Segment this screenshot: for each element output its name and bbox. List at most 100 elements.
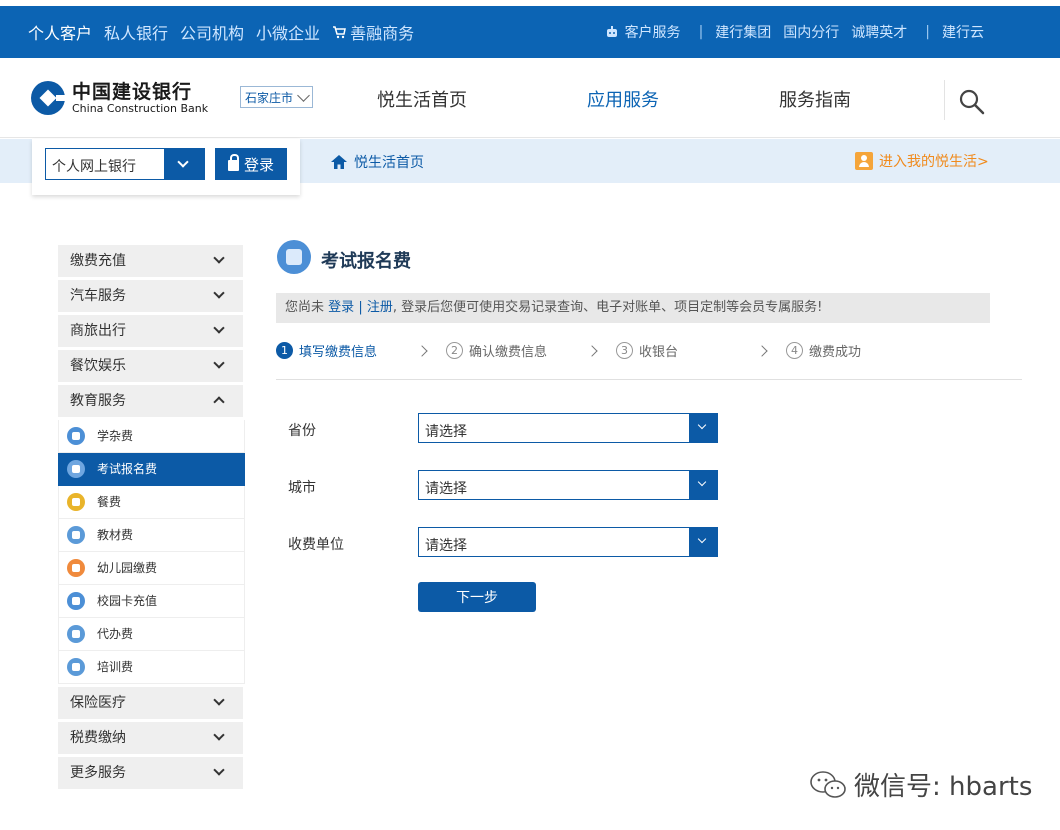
- sidebar-item-label: 餐费: [97, 495, 122, 509]
- tuition-icon: [67, 427, 85, 445]
- sidebar-item-training[interactable]: 培训费: [58, 651, 245, 684]
- chevron-down-icon: [213, 729, 225, 741]
- sidebar-item-agency-fee[interactable]: 代办费: [58, 618, 245, 651]
- tab-personal[interactable]: 个人客户: [28, 20, 92, 44]
- sidebar-item-tuition[interactable]: 学杂费: [58, 420, 245, 453]
- training-icon: [67, 658, 85, 676]
- chevron-down-icon: [213, 764, 225, 776]
- city-select[interactable]: 请选择: [418, 470, 718, 500]
- notice-text: 您尚未: [285, 300, 325, 315]
- sidebar-cat-dining[interactable]: 餐饮娱乐: [58, 350, 243, 382]
- tab-small-business[interactable]: 小微企业: [256, 20, 320, 44]
- ccb-logo-icon: [31, 81, 66, 115]
- step-number: 2: [446, 342, 463, 359]
- sidebar-cat-tax[interactable]: 税费缴纳: [58, 722, 243, 754]
- tab-e-commerce-label: 善融商务: [350, 24, 415, 43]
- exam-fee-icon: [277, 240, 311, 274]
- watermark-text: 微信号: hbarts: [854, 772, 1033, 802]
- fee-unit-dropdown-button[interactable]: [689, 528, 717, 556]
- sidebar-cat-label: 保险医疗: [70, 695, 126, 711]
- my-joy-life-link[interactable]: 进入我的悦生活>: [855, 151, 989, 171]
- notice-separator: |: [358, 300, 363, 315]
- bank-type-dropdown-button[interactable]: [164, 149, 204, 179]
- step-number: 3: [616, 342, 633, 359]
- sidebar-item-campus-card[interactable]: 校园卡充值: [58, 585, 245, 618]
- divider: |: [925, 24, 930, 40]
- bank-type-select[interactable]: 个人网上银行: [45, 148, 205, 180]
- sidebar-cat-label: 餐饮娱乐: [70, 358, 126, 374]
- lock-icon: [227, 154, 239, 171]
- city-value: 石家庄市: [245, 90, 294, 105]
- city-dropdown-button[interactable]: [689, 471, 717, 499]
- sidebar-item-meal[interactable]: 餐费: [58, 486, 245, 519]
- logo-english-name: China Construction Bank: [72, 101, 209, 115]
- city-select-value: 请选择: [425, 481, 467, 497]
- sidebar-cat-car[interactable]: 汽车服务: [58, 280, 243, 312]
- sidebar-cat-insurance[interactable]: 保险医疗: [58, 687, 243, 719]
- login-button[interactable]: 登录: [215, 148, 287, 180]
- sidebar-cat-education[interactable]: 教育服务: [58, 385, 243, 417]
- login-button-label: 登录: [243, 156, 274, 174]
- fee-unit-select[interactable]: 请选择: [418, 527, 718, 557]
- chevron-right-icon: [756, 345, 768, 357]
- link-careers[interactable]: 诚聘英才: [851, 22, 907, 42]
- link-domestic-branches[interactable]: 国内分行: [783, 22, 839, 42]
- tab-private-banking[interactable]: 私人银行: [104, 20, 168, 44]
- chevron-right-icon: [416, 345, 428, 357]
- next-step-button[interactable]: 下一步: [418, 582, 536, 612]
- sidebar-item-label: 代办费: [97, 627, 134, 641]
- sidebar-item-label: 教材费: [97, 528, 134, 542]
- link-customer-service[interactable]: 客户服务: [625, 22, 681, 42]
- sidebar-item-label: 幼儿园缴费: [97, 561, 158, 575]
- notice-register-link[interactable]: 注册: [367, 300, 393, 315]
- breadcrumb-home[interactable]: 悦生活首页: [330, 152, 424, 172]
- notice-login-link[interactable]: 登录: [328, 300, 354, 315]
- step-number: 1: [276, 342, 293, 359]
- sidebar-cat-label: 汽车服务: [70, 288, 126, 304]
- sidebar-item-label: 培训费: [97, 660, 134, 674]
- page-title: 考试报名费: [321, 251, 411, 272]
- chevron-right-icon: [586, 345, 598, 357]
- sidebar-item-textbook[interactable]: 教材费: [58, 519, 245, 552]
- divider: |: [698, 24, 704, 40]
- sidebar-item-kindergarten[interactable]: 幼儿园缴费: [58, 552, 245, 585]
- login-notice: 您尚未 登录 | 注册, 登录后您便可使用交易记录查询、电子对账单、项目定制等会…: [276, 293, 990, 323]
- login-panel: 个人网上银行 登录: [32, 139, 300, 195]
- link-ccb-cloud[interactable]: 建行云: [942, 22, 984, 42]
- chevron-down-icon: [213, 287, 225, 299]
- step-label: 缴费成功: [809, 345, 862, 360]
- tab-corporate[interactable]: 公司机构: [180, 20, 244, 44]
- sidebar-cat-label: 更多服务: [70, 765, 126, 781]
- sidebar-item-exam-fee[interactable]: 考试报名费: [58, 453, 245, 486]
- ccb-logo[interactable]: 中国建设银行 China Construction Bank: [30, 80, 208, 116]
- search-icon[interactable]: [958, 88, 986, 116]
- step-confirm-info: 2 确认缴费信息: [446, 341, 547, 360]
- notice-text: , 登录后您便可使用交易记录查询、电子对账单、项目定制等会员专属服务!: [392, 300, 823, 315]
- wechat-icon: [810, 770, 846, 798]
- fee-unit-label: 收费单位: [288, 537, 344, 553]
- link-ccb-group[interactable]: 建行集团: [715, 22, 771, 42]
- nav-service-guide[interactable]: 服务指南: [779, 86, 851, 112]
- agency-icon: [67, 625, 85, 643]
- step-label: 收银台: [639, 345, 679, 360]
- sidebar-cat-travel[interactable]: 商旅出行: [58, 315, 243, 347]
- tab-e-commerce[interactable]: 善融商务: [332, 20, 414, 44]
- sidebar-item-label: 校园卡充值: [97, 594, 158, 608]
- customer-tabs: 个人客户 私人银行 公司机构 小微企业 善融商务: [28, 6, 426, 58]
- city-selector[interactable]: 石家庄市: [240, 86, 314, 108]
- nav-joy-life-home[interactable]: 悦生活首页: [377, 86, 467, 112]
- header-divider: [944, 80, 945, 120]
- province-select[interactable]: 请选择: [418, 413, 718, 443]
- sidebar-cat-more[interactable]: 更多服务: [58, 757, 243, 789]
- chevron-down-icon: [213, 322, 225, 334]
- chevron-down-icon: [297, 88, 310, 102]
- nav-app-services[interactable]: 应用服务: [587, 86, 659, 112]
- step-cashier: 3 收银台: [616, 341, 678, 360]
- sidebar-cat-payment[interactable]: 缴费充值: [58, 245, 243, 277]
- province-dropdown-button[interactable]: [689, 414, 717, 442]
- textbook-icon: [67, 526, 85, 544]
- sidebar: 缴费充值 汽车服务 商旅出行 餐饮娱乐 教育服务 学杂费 考试报名费 餐费 教材…: [58, 245, 245, 792]
- province-value: 请选择: [425, 424, 467, 440]
- home-icon: [331, 155, 347, 169]
- top-links: 客户服务 | 建行集团 国内分行 诚聘英才 | 建行云: [605, 6, 990, 58]
